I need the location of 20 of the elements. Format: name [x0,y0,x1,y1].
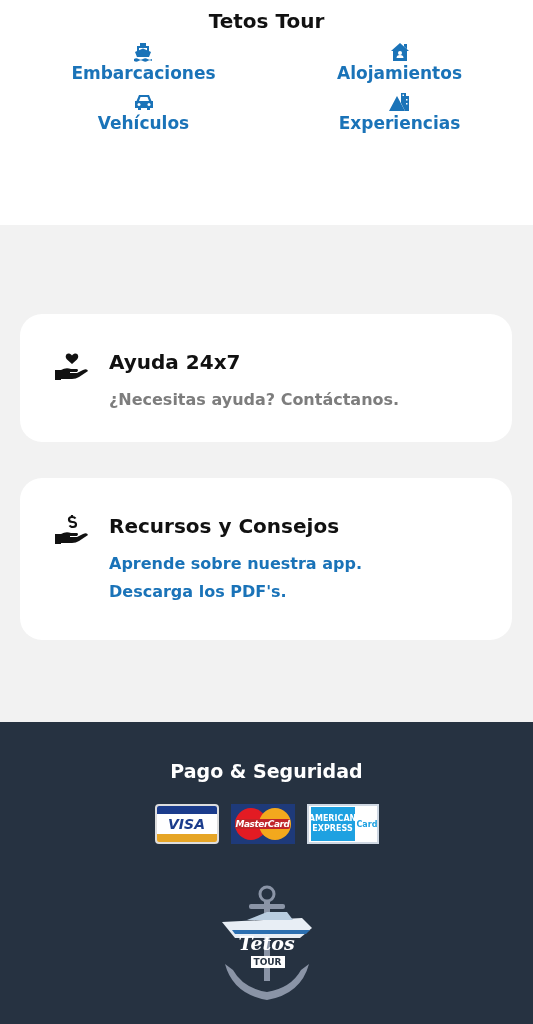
car-icon [133,92,154,112]
mountain-city-icon [388,92,411,112]
footer-title: Pago & Seguridad [170,759,363,784]
app-title: Tetos Tour [207,8,326,34]
visa-card-logo: VISA [154,804,219,844]
resource-link[interactable]: Aprende sobre nuestra app. [109,550,362,578]
category-link[interactable]: Alojamientos [336,42,463,84]
category-link[interactable]: Embarcaciones [71,42,216,84]
dollar-hand-icon [55,514,89,544]
house-icon [389,42,410,62]
contact-text: ¿Necesitas ayuda? Contáctanos. [109,389,400,411]
card-title: Ayuda 24x7 [109,349,242,376]
resource-link[interactable]: Descarga los PDF's. [109,578,362,606]
anchor-boat-logo: Tetos TOUR [216,884,317,1004]
mastercard-logo: MasterCard [230,804,295,844]
heart-hand-icon [55,350,89,380]
boat-icon [133,42,154,62]
category-link[interactable]: Vehículos [97,92,190,134]
category-link[interactable]: Experiencias [338,92,461,134]
card-title: Recursos y Consejos [109,513,341,540]
